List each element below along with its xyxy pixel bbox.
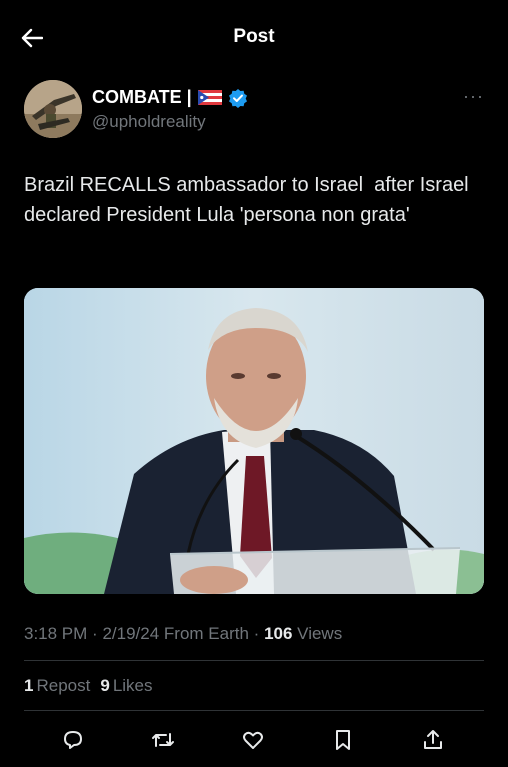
post-source: From Earth — [163, 624, 249, 643]
divider — [24, 710, 484, 711]
bookmark-icon — [332, 728, 354, 752]
author-name-row[interactable]: COMBATE | — [92, 87, 248, 108]
puerto-rico-flag-icon — [197, 90, 222, 105]
post-author: COMBATE | @upholdreality ··· — [24, 80, 484, 140]
post-time[interactable]: 3:18 PM — [24, 624, 87, 643]
reposts-stat[interactable]: 1 Repost — [24, 676, 90, 696]
avatar[interactable] — [24, 80, 82, 138]
reposts-label: Repost — [36, 676, 91, 695]
verified-badge-icon — [228, 88, 248, 108]
likes-label: Likes — [112, 676, 153, 695]
share-icon — [421, 728, 445, 752]
reposts-count: 1 — [24, 676, 34, 695]
likes-stat[interactable]: 9 Likes — [100, 676, 152, 696]
page-title: Post — [233, 26, 275, 47]
divider — [24, 660, 484, 661]
likes-count: 9 — [100, 676, 110, 695]
like-icon — [241, 728, 265, 752]
post-text: Brazil RECALLS ambassador to Israel afte… — [24, 174, 475, 226]
reply-icon — [61, 728, 85, 752]
like-button[interactable] — [240, 727, 266, 753]
top-bar: Post — [0, 0, 508, 76]
author-name[interactable]: COMBATE | — [92, 87, 192, 108]
repost-icon — [150, 728, 176, 752]
post-metadata: 3:18 PM · 2/19/24 From Earth · 106 Views — [24, 624, 343, 643]
more-options-button[interactable]: ··· — [463, 86, 484, 107]
engagement-stats: 1 Repost 9 Likes — [24, 676, 153, 696]
bookmark-button[interactable] — [330, 727, 356, 753]
author-handle[interactable]: @upholdreality — [92, 112, 248, 132]
repost-button[interactable] — [150, 727, 176, 753]
share-button[interactable] — [420, 727, 446, 753]
views-label: Views — [297, 624, 343, 643]
action-bar — [24, 722, 484, 758]
post-image[interactable] — [24, 288, 484, 594]
post-date[interactable]: 2/19/24 — [102, 624, 159, 643]
views-count: 106 — [264, 624, 293, 643]
reply-button[interactable] — [60, 727, 86, 753]
